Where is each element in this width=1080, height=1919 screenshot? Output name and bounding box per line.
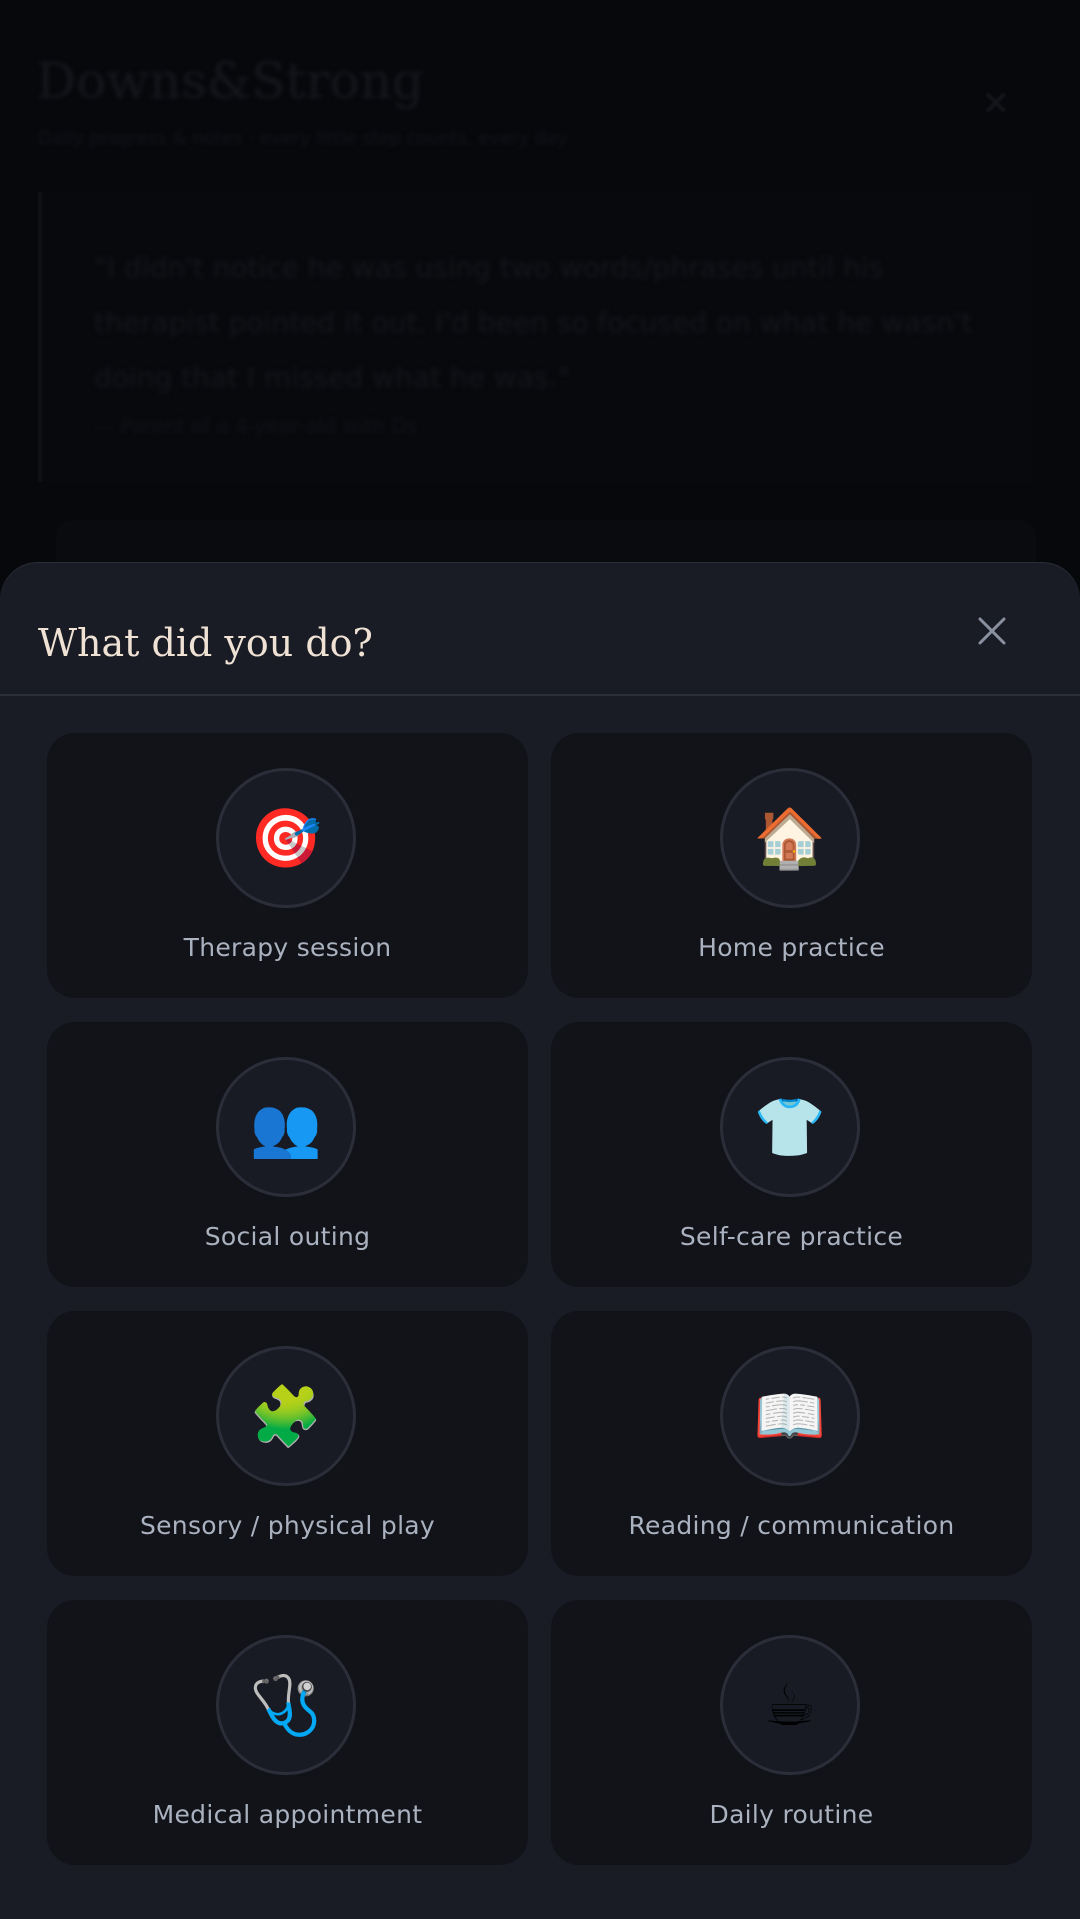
background-title: Downs&Strong [36,52,424,110]
activity-tile-self-care-practice[interactable]: 👕 Self-care practice [551,1022,1032,1287]
activity-label: Reading / communication [628,1511,955,1540]
background-quote-text: "I didn't notice he was using two words/… [94,251,973,394]
background-quote: "I didn't notice he was using two words/… [38,192,1032,482]
activity-tile-medical-appointment[interactable]: 🩺 Medical appointment [47,1600,528,1865]
activity-label: Daily routine [709,1800,874,1829]
activity-label: Medical appointment [152,1800,423,1829]
activity-label: Sensory / physical play [139,1511,436,1540]
close-icon [978,617,1006,645]
activity-label: Therapy session [183,933,392,962]
activity-sheet: What did you do? 🎯 Therapy session 🏠 Hom… [0,563,1080,1919]
background-subtitle: Daily progress & notes · every little st… [38,128,568,149]
sheet-title: What did you do? [38,621,373,665]
activity-tile-therapy-session[interactable]: 🎯 Therapy session [47,733,528,998]
activity-tile-reading-communication[interactable]: 📖 Reading / communication [551,1311,1032,1576]
house-icon: 🏠 [720,768,860,908]
people-icon: 👥 [216,1057,356,1197]
close-button[interactable] [962,601,1022,661]
background-quote-cite: — Parent of a 4-year-old with Ds [94,414,417,438]
target-icon: 🎯 [216,768,356,908]
activity-tile-social-outing[interactable]: 👥 Social outing [47,1022,528,1287]
background-close-icon: ✕ [981,84,1011,124]
coffee-icon: ☕ [720,1635,860,1775]
activity-label: Self-care practice [679,1222,904,1251]
activity-label: Social outing [204,1222,371,1251]
activity-tile-daily-routine[interactable]: ☕ Daily routine [551,1600,1032,1865]
book-icon: 📖 [720,1346,860,1486]
activity-tile-sensory-physical-play[interactable]: 🧩 Sensory / physical play [47,1311,528,1576]
sheet-header: What did you do? [0,563,1080,696]
activity-tile-home-practice[interactable]: 🏠 Home practice [551,733,1032,998]
stethoscope-icon: 🩺 [216,1635,356,1775]
activity-grid: 🎯 Therapy session 🏠 Home practice 👥 Soci… [47,733,1032,1865]
puzzle-icon: 🧩 [216,1346,356,1486]
shirt-icon: 👕 [720,1057,860,1197]
activity-label: Home practice [698,933,885,962]
